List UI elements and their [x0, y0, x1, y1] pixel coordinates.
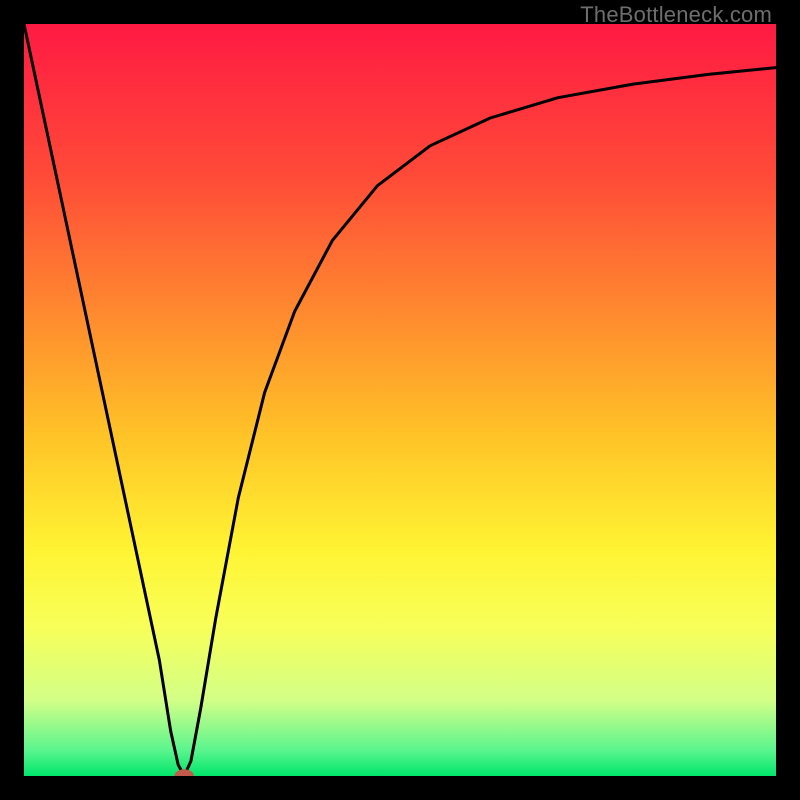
chart-background: [24, 24, 776, 776]
bottleneck-chart: [24, 24, 776, 776]
watermark-text: TheBottleneck.com: [580, 2, 772, 28]
chart-frame: [24, 24, 776, 776]
